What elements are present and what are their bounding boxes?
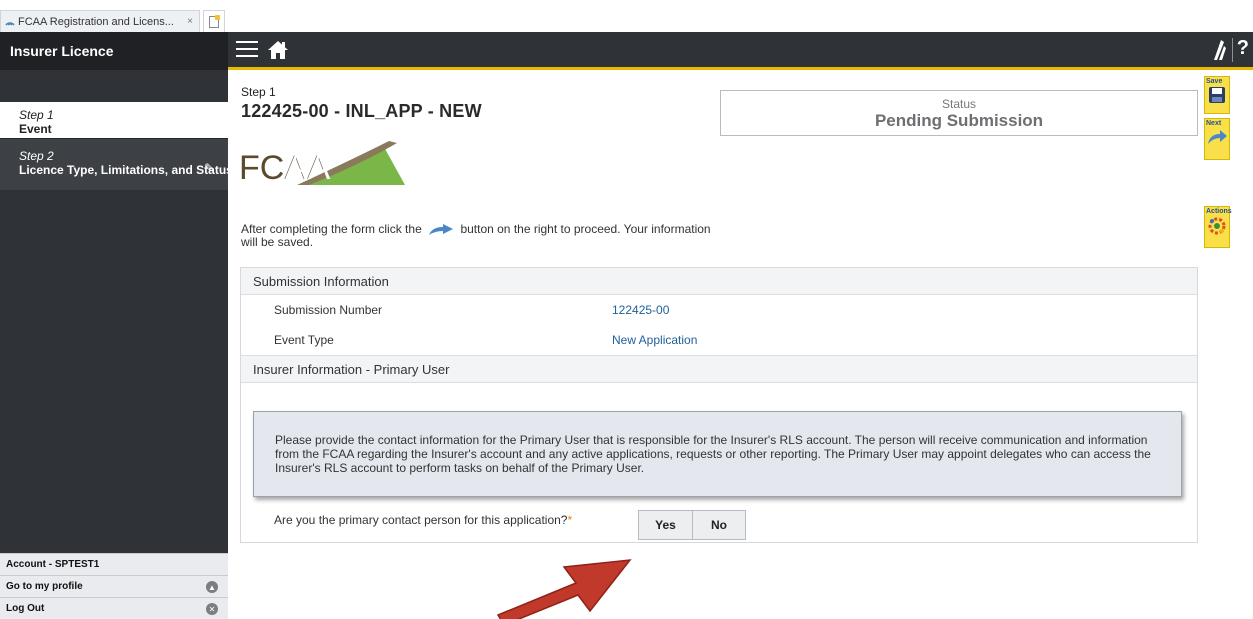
field-label: Event Type [274,333,334,347]
home-icon[interactable] [266,39,290,61]
no-button[interactable]: No [692,510,746,540]
save-disk-icon [1209,87,1225,103]
field-label: Submission Number [274,303,383,317]
close-circle-icon: ✕ [206,603,218,615]
primary-contact-question: Are you the primary contact person for t… [274,513,573,527]
step-name: Event [19,122,52,136]
field-row: Submission Number 122425-00 [241,295,1197,325]
sidebar-title: Insurer Licence [0,32,228,70]
insurer-info-header: Insurer Information - Primary User [241,355,1197,383]
logout-link[interactable]: Log Out ✕ [0,597,228,619]
close-tab-icon[interactable]: × [187,16,193,27]
form-panel: Submission Information Submission Number… [240,267,1198,543]
top-navbar: ? [228,32,1253,70]
next-arrow-icon [1208,130,1227,144]
saskatchewan-logo-icon [1214,40,1226,60]
step-name: Licence Type, Limitations, and Status [19,163,228,177]
field-row: Event Type New Application [241,325,1197,355]
field-value: 122425-00 [612,303,670,317]
profile-link[interactable]: Go to my profile ▲ [0,575,228,597]
page-title: 122425-00 - INL_APP - NEW [241,101,482,121]
required-asterisk: * [567,513,573,527]
save-button[interactable]: Save [1204,76,1230,114]
next-arrow-icon [429,223,454,235]
step-number: Step 2 [19,149,54,163]
menu-hamburger-icon[interactable] [236,41,258,57]
fcaa-logo: FCAA AA [239,141,405,187]
help-icon[interactable]: ? [1237,37,1249,60]
yes-no-toggle: Yes No [638,510,746,540]
actions-gear-icon [1208,217,1226,235]
field-value: New Application [612,333,698,347]
main-content: Step 1 122425-00 - INL_APP - NEW Status … [228,73,1204,619]
browser-tabstrip: FCAA Registration and Licens... × [0,0,1253,32]
edit-pencil-icon: ✎ [204,161,215,175]
instruction-text: After completing the form click the butt… [241,222,711,249]
yes-button[interactable]: Yes [638,510,692,540]
primary-user-notice: Please provide the contact information f… [253,411,1182,497]
new-tab-icon [209,14,220,28]
status-label: Status [941,97,977,111]
chevron-up-icon: ▲ [206,581,218,593]
current-step-label: Step 1 [241,85,276,99]
new-tab-button[interactable] [203,10,225,32]
sidebar-step-2[interactable]: Step 2 Licence Type, Limitations, and St… [0,138,228,190]
status-box: Status Pending Submission [720,90,1198,136]
browser-tab[interactable]: FCAA Registration and Licens... × [0,10,200,32]
sidebar-step-1[interactable]: Step 1 Event [0,102,228,138]
account-label: Account - SPTEST1 [0,553,228,575]
next-label: Next [1206,120,1222,127]
save-label: Save [1206,78,1223,85]
status-value: Pending Submission [874,111,1044,130]
browser-tab-title: FCAA Registration and Licens... [18,15,174,28]
step-number: Step 1 [19,108,54,122]
sidebar: Insurer Licence Step 1 Event Step 2 Lice… [0,32,228,619]
site-favicon-icon [5,21,15,26]
sidebar-account-menu: Account - SPTEST1 Go to my profile ▲ Log… [0,553,228,619]
svg-text:AA: AA [285,149,331,187]
actions-label: Actions [1206,208,1232,215]
submission-info-header: Submission Information [241,268,1197,295]
next-button[interactable]: Next [1204,118,1230,160]
actions-button[interactable]: Actions [1204,206,1232,248]
